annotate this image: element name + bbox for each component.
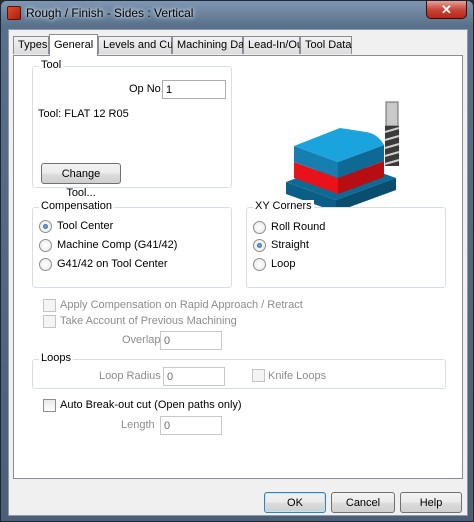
help-button[interactable]: Help	[400, 492, 462, 513]
tool-group: Tool Op No. Tool: FLAT 12 R05 Change Too…	[32, 59, 232, 199]
take-account-label[interactable]: Take Account of Previous Machining	[60, 315, 237, 327]
window-title: Rough / Finish - Sides : Vertical	[26, 6, 194, 20]
ok-button[interactable]: OK	[264, 492, 326, 513]
tool-preview-image	[286, 101, 400, 208]
xy-corners-group-label: XY Corners	[253, 200, 314, 212]
loop-radius-label: Loop Radius	[99, 370, 161, 382]
title-bar[interactable]: Rough / Finish - Sides : Vertical ✕	[1, 1, 473, 25]
xy-corners-group: XY Corners Roll Round Straight Loop	[246, 200, 446, 288]
machine-comp-label[interactable]: Machine Comp (G41/42)	[57, 239, 177, 251]
loop-radio[interactable]	[253, 258, 266, 271]
dialog-client: Types General Levels and Cuts Machining …	[8, 29, 468, 516]
cancel-button[interactable]: Cancel	[331, 492, 395, 513]
knife-loops-checkbox[interactable]	[252, 369, 265, 382]
compensation-group-label: Compensation	[39, 200, 114, 212]
tab-lead-in-out[interactable]: Lead-In/Out	[243, 36, 306, 54]
tool-center-label[interactable]: Tool Center	[57, 220, 113, 232]
tool-group-label: Tool	[39, 59, 64, 71]
overlap-input[interactable]	[160, 331, 222, 350]
g41-42-tool-center-label[interactable]: G41/42 on Tool Center	[57, 258, 167, 270]
loops-group: Loops Loop Radius Knife Loops	[32, 352, 446, 389]
dialog-window: Rough / Finish - Sides : Vertical ✕ Type…	[0, 0, 474, 522]
tab-tool-data[interactable]: Tool Data	[300, 36, 352, 54]
tab-types[interactable]: Types	[13, 36, 49, 54]
loop-label[interactable]: Loop	[271, 258, 295, 270]
tool-center-radio[interactable]	[39, 220, 52, 233]
knife-loops-label[interactable]: Knife Loops	[268, 370, 326, 382]
tab-machining-data[interactable]: Machining Data	[172, 36, 253, 54]
tool-shank	[385, 101, 399, 127]
machine-comp-radio[interactable]	[39, 239, 52, 252]
apply-compensation-label[interactable]: Apply Compensation on Rapid Approach / R…	[60, 299, 303, 311]
change-tool-button[interactable]: Change Tool...	[41, 163, 121, 199]
length-input[interactable]	[160, 416, 222, 435]
length-label: Length	[121, 419, 155, 431]
op-no-input[interactable]	[162, 80, 226, 99]
compensation-group: Compensation Tool Center Machine Comp (G…	[32, 200, 232, 288]
overlap-label: Overlap	[122, 334, 161, 346]
general-tab-panel: Tool Op No. Tool: FLAT 12 R05 Change Too…	[13, 55, 463, 479]
op-no-label: Op No.	[129, 83, 164, 95]
close-button[interactable]: ✕	[426, 1, 467, 19]
straight-radio[interactable]	[253, 239, 266, 252]
roll-round-radio[interactable]	[253, 221, 266, 234]
close-icon: ✕	[441, 2, 452, 17]
straight-label[interactable]: Straight	[271, 239, 309, 251]
tab-general[interactable]: General	[49, 34, 98, 56]
loops-group-label: Loops	[39, 352, 73, 364]
app-icon	[7, 6, 21, 20]
tab-levels-and-cuts[interactable]: Levels and Cuts	[98, 36, 182, 54]
tool-name-text: Tool: FLAT 12 R05	[38, 108, 129, 120]
auto-breakout-checkbox[interactable]	[43, 399, 56, 412]
roll-round-label[interactable]: Roll Round	[271, 221, 325, 233]
loop-radius-input[interactable]	[163, 367, 225, 386]
g41-42-tool-center-radio[interactable]	[39, 258, 52, 271]
apply-compensation-checkbox[interactable]	[43, 299, 56, 312]
take-account-checkbox[interactable]	[43, 315, 56, 328]
auto-breakout-label[interactable]: Auto Break-out cut (Open paths only)	[60, 399, 242, 411]
